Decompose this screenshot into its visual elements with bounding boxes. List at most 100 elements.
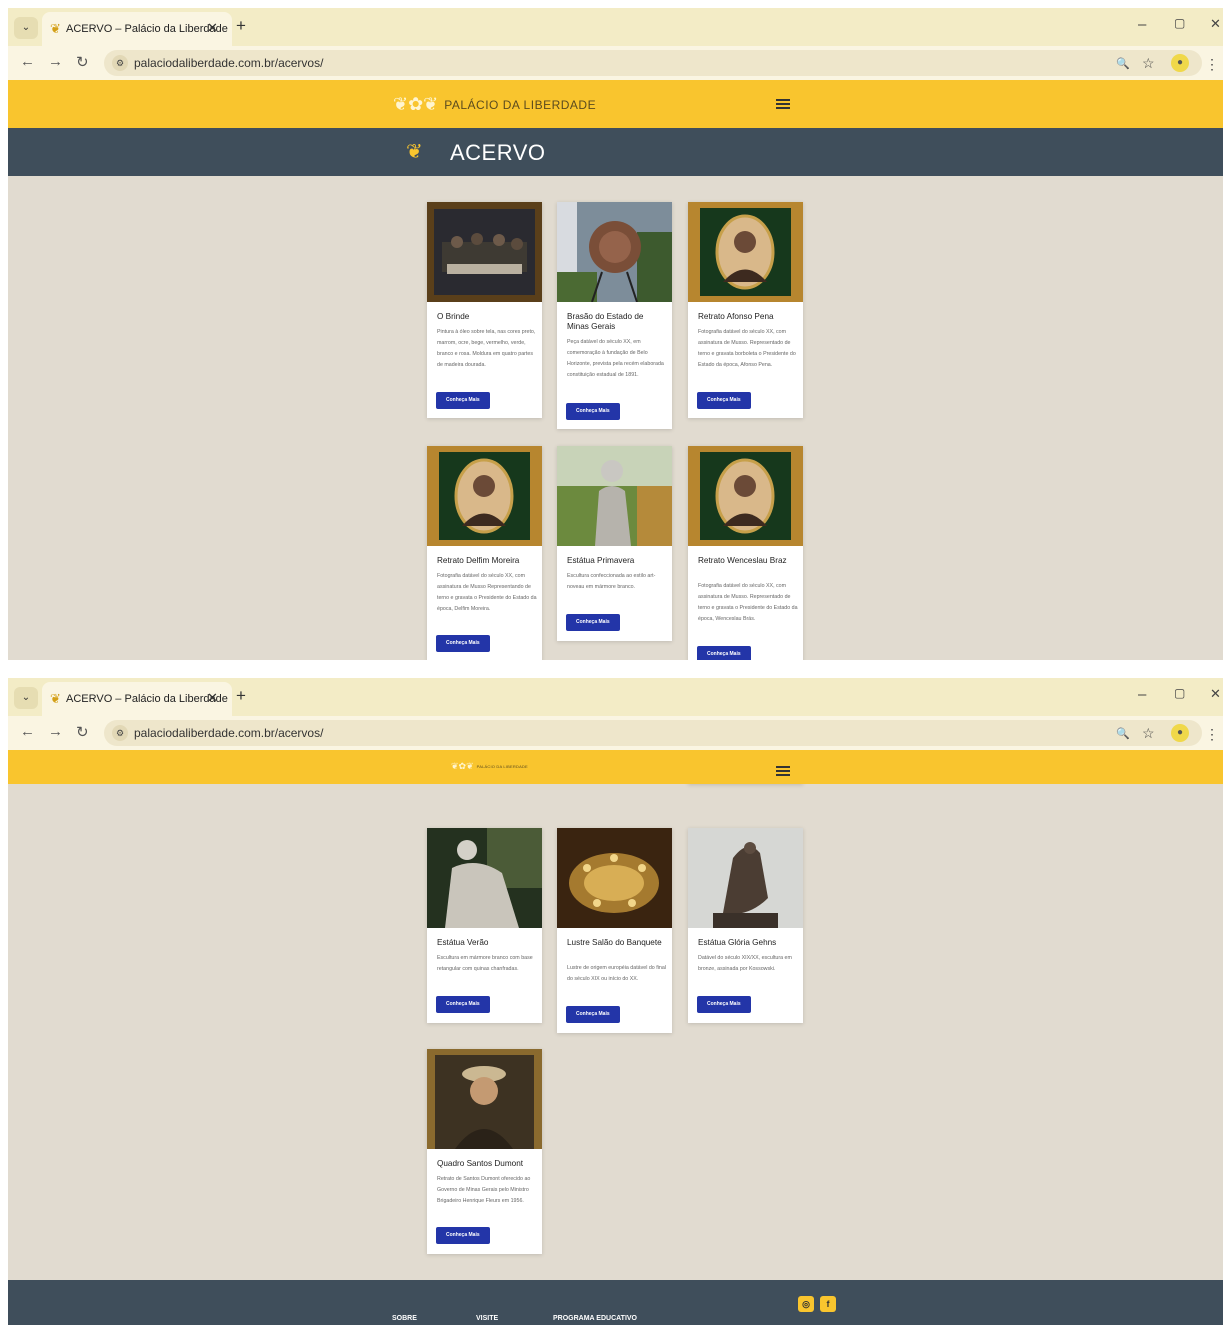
bookmark-star-icon[interactable]: ☆ [1142, 55, 1155, 72]
card-title: Retrato Wenceslau Braz [698, 556, 787, 565]
painting-thumbnail [427, 1049, 542, 1149]
facebook-icon[interactable]: f [820, 1296, 836, 1312]
site-logo[interactable]: ❦✿❦ PALÁCIO DA LIBERDADE [451, 761, 528, 772]
tab-title: ACERVO – Palácio da Liberdade [66, 693, 228, 705]
collection-card-santos-dumont: Quadro Santos Dumont Retrato de Santos D… [427, 1049, 542, 1254]
card-description: Retrato de Santos Dumont oferecido ao Go… [437, 1176, 531, 1204]
card-image-o-brinde[interactable] [427, 202, 542, 302]
card-description: Lustre de origem européia datável do fin… [567, 965, 666, 982]
hamburger-menu-icon[interactable] [776, 766, 790, 776]
card-description: Pintura à óleo sobre tela, nas cores pre… [437, 329, 536, 368]
conheca-mais-button[interactable]: Conheça Mais [436, 392, 490, 409]
card-image-wenceslau-braz[interactable] [688, 446, 803, 546]
url-text[interactable]: palaciodaliberdade.com.br/acervos/ [134, 56, 323, 70]
card-image-gloria-gehns[interactable] [688, 828, 803, 928]
card-description: Escultura em mármore branco com base ret… [437, 955, 533, 972]
card-title: Retrato Afonso Pena [698, 312, 774, 321]
conheca-mais-button[interactable]: Conheça Mais [566, 1006, 620, 1023]
site-info-icon[interactable]: ⚙ [112, 55, 128, 71]
instagram-icon[interactable]: ◎ [798, 1296, 814, 1312]
portrait-thumbnail [688, 202, 803, 302]
site-logo[interactable]: ❦✿❦ PALÁCIO DA LIBERDADE [393, 94, 596, 115]
conheca-mais-button[interactable]: Conheça Mais [436, 635, 490, 652]
omnibox[interactable]: ⚙ palaciodaliberdade.com.br/acervos/ [104, 720, 1202, 746]
close-window-icon[interactable]: ✕ [1210, 16, 1221, 32]
logo-text: PALÁCIO DA LIBERDADE [444, 97, 597, 112]
url-text[interactable]: palaciodaliberdade.com.br/acervos/ [134, 726, 323, 740]
conheca-mais-button[interactable]: Conheça Mais [566, 614, 620, 631]
card-description: Escultura confeccionada ao estilo art-no… [567, 573, 656, 590]
hamburger-menu-icon[interactable] [776, 99, 790, 109]
conheca-mais-button[interactable]: Conheça Mais [566, 403, 620, 420]
forward-icon[interactable]: → [48, 723, 63, 740]
logo-text: PALÁCIO DA LIBERDADE [476, 764, 528, 769]
reload-icon[interactable]: ↻ [76, 53, 89, 71]
site-footer: SOBRE VISITE PROGRAMA EDUCATIVO ◎ f [8, 1280, 1223, 1325]
card-title: Estátua Verão [437, 938, 489, 947]
portrait-thumbnail [688, 446, 803, 546]
profile-avatar-icon[interactable]: ● [1171, 724, 1189, 742]
portrait-thumbnail [427, 446, 542, 546]
forward-icon[interactable]: → [48, 53, 63, 70]
card-description: Datável do século XIX/XX, escultura em b… [698, 955, 792, 972]
bookmark-star-icon[interactable]: ☆ [1142, 725, 1155, 742]
close-window-icon[interactable]: ✕ [1210, 686, 1221, 702]
browser-window-scrolled: ⌄ ❦ ACERVO – Palácio da Liberdade ✕ + – … [8, 678, 1223, 1325]
page-viewport: ❦✿❦ PALÁCIO DA LIBERDADE ❦ ACERVO O Brin… [8, 80, 1223, 660]
bronze-statue-thumbnail [688, 828, 803, 928]
zoom-icon[interactable]: 🔍 [1116, 727, 1130, 740]
address-bar-row: ← → ↻ ⚙ palaciodaliberdade.com.br/acervo… [8, 716, 1223, 750]
card-image-verao[interactable] [427, 828, 542, 928]
conheca-mais-button[interactable]: Conheça Mais [436, 1227, 490, 1244]
card-image-santos-dumont[interactable] [427, 1049, 542, 1149]
favicon-icon: ❦ [50, 21, 61, 36]
new-tab-button[interactable]: + [236, 686, 246, 706]
tab-search-button[interactable]: ⌄ [14, 17, 38, 39]
card-image-delfim-moreira[interactable] [427, 446, 542, 546]
conheca-mais-button[interactable]: Conheça Mais [436, 996, 490, 1013]
favicon-icon: ❦ [50, 691, 61, 706]
footer-link-programa-educativo[interactable]: PROGRAMA EDUCATIVO [553, 1315, 637, 1322]
browser-window-top: ⌄ ❦ ACERVO – Palácio da Liberdade ✕ + – … [8, 8, 1223, 660]
card-title: Estátua Glória Gehns [698, 938, 777, 947]
omnibox[interactable]: ⚙ palaciodaliberdade.com.br/acervos/ [104, 50, 1202, 76]
site-header-sticky: ❦✿❦ PALÁCIO DA LIBERDADE [8, 750, 1223, 784]
kebab-menu-icon[interactable]: ⋮ [1205, 56, 1219, 73]
collection-card-wenceslau-braz: Retrato Wenceslau Braz Fotografia datáve… [688, 446, 803, 660]
profile-avatar-icon[interactable]: ● [1171, 54, 1189, 72]
zoom-icon[interactable]: 🔍 [1116, 57, 1130, 70]
card-image-lustre[interactable] [557, 828, 672, 928]
kebab-menu-icon[interactable]: ⋮ [1205, 726, 1219, 743]
card-title: O Brinde [437, 312, 470, 321]
card-description: Fotografia datável do século XX, com ass… [437, 573, 537, 612]
card-image-primavera[interactable] [557, 446, 672, 546]
card-title: Retrato Delfim Moreira [437, 556, 520, 565]
minimize-icon[interactable]: – [1138, 686, 1146, 703]
back-icon[interactable]: ← [20, 723, 35, 740]
back-icon[interactable]: ← [20, 53, 35, 70]
palace-crest-icon: ❦✿❦ [393, 94, 439, 114]
close-tab-icon[interactable]: ✕ [207, 20, 218, 36]
conheca-mais-button[interactable]: Conheça Mais [697, 392, 751, 409]
footer-link-visite[interactable]: VISITE [476, 1315, 498, 1322]
conheca-mais-button[interactable]: Conheça Mais [697, 646, 751, 660]
conheca-mais-button[interactable]: Conheça Mais [697, 996, 751, 1013]
tab-search-button[interactable]: ⌄ [14, 687, 38, 709]
chandelier-thumbnail [557, 828, 672, 928]
minimize-icon[interactable]: – [1138, 16, 1146, 33]
restore-icon[interactable]: ▢ [1174, 16, 1185, 30]
card-title: Estátua Primavera [567, 556, 635, 565]
footer-link-sobre[interactable]: SOBRE [392, 1315, 417, 1322]
card-image-brasao[interactable] [557, 202, 672, 302]
reload-icon[interactable]: ↻ [76, 723, 89, 741]
restore-icon[interactable]: ▢ [1174, 686, 1185, 700]
close-tab-icon[interactable]: ✕ [207, 690, 218, 706]
card-image-afonso-pena[interactable] [688, 202, 803, 302]
address-bar-row: ← → ↻ ⚙ palaciodaliberdade.com.br/acervo… [8, 46, 1223, 80]
new-tab-button[interactable]: + [236, 16, 246, 36]
palace-crest-icon: ❦✿❦ [451, 761, 474, 771]
collection-card-gloria-gehns: Estátua Glória Gehns Datável do século X… [688, 828, 803, 1023]
browser-tab[interactable]: ❦ ACERVO – Palácio da Liberdade ✕ [42, 682, 232, 716]
browser-tab[interactable]: ❦ ACERVO – Palácio da Liberdade ✕ [42, 12, 232, 46]
site-info-icon[interactable]: ⚙ [112, 725, 128, 741]
